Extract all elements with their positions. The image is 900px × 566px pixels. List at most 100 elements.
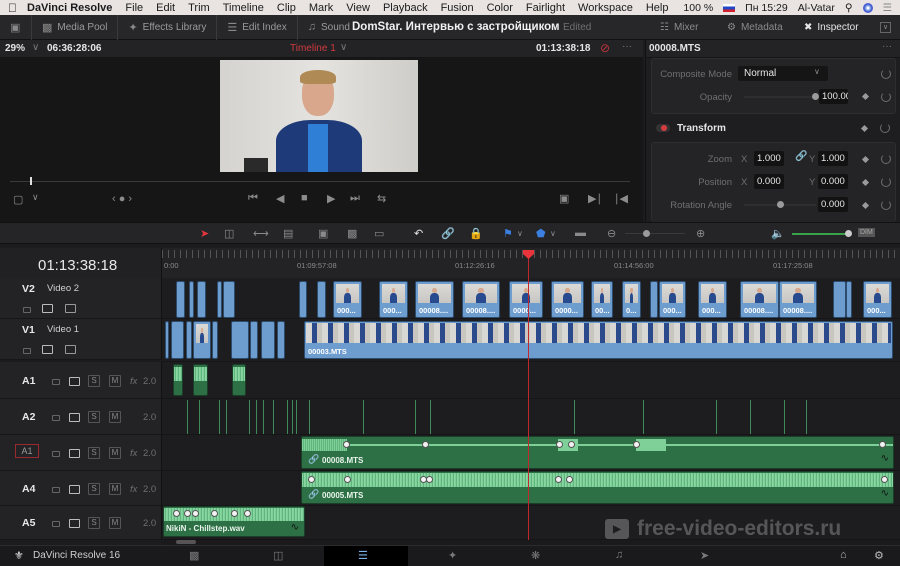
solo-button[interactable]: S (88, 483, 100, 495)
video-clip[interactable]: 00008.... (779, 281, 817, 318)
video-clip[interactable]: 000... (698, 281, 727, 318)
menu-view[interactable]: View (346, 2, 370, 14)
auto-select-icon[interactable] (42, 304, 53, 313)
keyframe-point[interactable] (568, 441, 575, 448)
safe-area-icon[interactable]: ▢ (13, 193, 23, 206)
keyframe-icon[interactable] (861, 201, 870, 210)
audio-clip[interactable] (219, 400, 220, 434)
zoom-in-icon[interactable]: ⊕ (696, 227, 705, 240)
fusion-page-icon[interactable]: ✦ (448, 549, 457, 562)
overwrite-clip-icon[interactable]: ▩ (347, 227, 357, 240)
zoom-x-value[interactable]: 1.000 (754, 151, 784, 166)
mute-button[interactable]: M (109, 375, 121, 387)
expand-panel-button[interactable]: ∨ (880, 15, 891, 40)
marker-icon[interactable]: ⬟ (536, 227, 546, 240)
video-clip[interactable]: 0000... (551, 281, 584, 318)
track-header-a4[interactable]: A4 S M fx 2.0 (0, 471, 162, 506)
safe-area-chevron-icon[interactable]: ∨ (32, 192, 39, 203)
audio-clip[interactable] (716, 400, 717, 434)
lock-icon[interactable] (52, 487, 60, 493)
menu-fusion[interactable]: Fusion (441, 2, 474, 14)
video-clip[interactable] (212, 321, 218, 359)
loop-icon[interactable]: ⇆ (377, 192, 386, 205)
dynamic-trim-icon[interactable]: ⟷ (253, 227, 269, 240)
audio-clip[interactable] (784, 400, 785, 434)
position-lock-icon[interactable]: 🔒 (469, 227, 483, 240)
stop-icon[interactable]: ■ (301, 192, 308, 204)
keyframe-point[interactable] (343, 441, 350, 448)
zoom-out-icon[interactable]: ⊖ (607, 227, 616, 240)
timeline-zoom-slider[interactable] (625, 233, 685, 234)
track-header-a3[interactable]: A1 S M fx 2.0 (0, 435, 162, 471)
mute-button[interactable]: M (109, 483, 121, 495)
apple-icon[interactable]:  (8, 1, 17, 15)
lock-icon[interactable] (23, 348, 31, 354)
match-frame-icon[interactable]: ▣ (559, 192, 569, 205)
keyframe-point[interactable] (173, 510, 180, 517)
track-name[interactable]: Video 2 (47, 283, 79, 294)
audio-clip[interactable] (193, 364, 208, 396)
video-clip[interactable] (277, 321, 285, 359)
keyframe-icon[interactable] (861, 92, 870, 101)
link-icon[interactable]: 🔗 (795, 151, 807, 162)
video-clip[interactable]: 00008.... (740, 281, 779, 318)
video-clip[interactable] (261, 321, 275, 359)
mute-button[interactable]: M (109, 447, 121, 459)
linked-selection-icon[interactable]: 🔗 (441, 227, 455, 240)
mixer-button[interactable]: ☷ Mixer (660, 15, 698, 40)
video-clip[interactable]: 00008.... (415, 281, 454, 318)
playhead-line[interactable] (528, 253, 529, 540)
jump-to-start-icon[interactable]: ⏮ (248, 192, 258, 205)
next-edit-icon[interactable]: ▶∣ (588, 192, 602, 205)
color-page-icon[interactable]: ❋ (531, 549, 540, 562)
menu-mark[interactable]: Mark (309, 2, 333, 14)
keyframe-point[interactable] (566, 476, 573, 483)
lock-icon[interactable] (52, 451, 60, 457)
opacity-slider[interactable] (744, 96, 819, 98)
video-clip[interactable]: 000... (659, 281, 686, 318)
opacity-slider-knob[interactable] (812, 93, 819, 100)
solo-button[interactable]: S (88, 517, 100, 529)
audio-clip[interactable] (226, 400, 227, 434)
track-visibility-icon[interactable] (65, 345, 76, 354)
audio-clip[interactable] (415, 400, 416, 434)
audio-clip-00005[interactable]: 🔗 00005.MTS ∿ (301, 471, 894, 504)
video-clip[interactable]: 00008.... (462, 281, 500, 318)
audio-clip[interactable] (187, 400, 188, 434)
fade-curve-icon[interactable]: ∿ (881, 453, 889, 464)
play-icon[interactable]: ▶ (327, 192, 335, 205)
keyframe-icon[interactable] (861, 155, 870, 164)
user-name[interactable]: Al-Vatar (798, 2, 835, 14)
metadata-button[interactable]: ⚙ Metadata (727, 15, 783, 40)
mute-button[interactable]: M (109, 411, 121, 423)
audio-clip[interactable] (173, 364, 183, 396)
lock-icon[interactable] (23, 307, 31, 313)
lock-icon[interactable] (52, 521, 60, 527)
media-page-icon[interactable]: ▩ (189, 549, 199, 562)
opacity-value[interactable]: 100.00 (819, 89, 848, 104)
keyframe-point[interactable] (879, 441, 886, 448)
audio-clip-00008[interactable]: 🔗 00008.MTS ∿ (301, 436, 894, 469)
inspector-button[interactable]: ✖ Inspector (804, 15, 859, 40)
viewer-scrubber[interactable] (10, 181, 630, 182)
menu-edit[interactable]: Edit (156, 2, 175, 14)
battery-status[interactable]: 100 % (683, 2, 713, 14)
rotation-value[interactable]: 0.000 (818, 197, 848, 212)
timeline-selector[interactable]: Timeline 1 (290, 43, 336, 54)
lock-icon[interactable] (52, 415, 60, 421)
keyframe-point[interactable] (244, 510, 251, 517)
clock[interactable]: Пн 15:29 (745, 2, 788, 14)
reset-icon[interactable] (881, 200, 891, 210)
home-icon[interactable]: ⌂ (840, 549, 847, 561)
flag-chevron-icon[interactable]: ∨ (517, 229, 523, 238)
scrubber-playhead[interactable] (30, 177, 32, 185)
video-clip[interactable] (650, 281, 658, 318)
audio-clip[interactable] (249, 400, 250, 434)
keyframe-point[interactable] (231, 510, 238, 517)
video-clip[interactable] (189, 281, 194, 318)
audio-clip[interactable] (309, 400, 310, 434)
audio-clip[interactable] (199, 400, 200, 434)
audio-clip[interactable] (273, 400, 274, 434)
edit-page-tab[interactable]: ☰ (324, 546, 408, 566)
transform-section-title[interactable]: Transform (677, 123, 726, 134)
